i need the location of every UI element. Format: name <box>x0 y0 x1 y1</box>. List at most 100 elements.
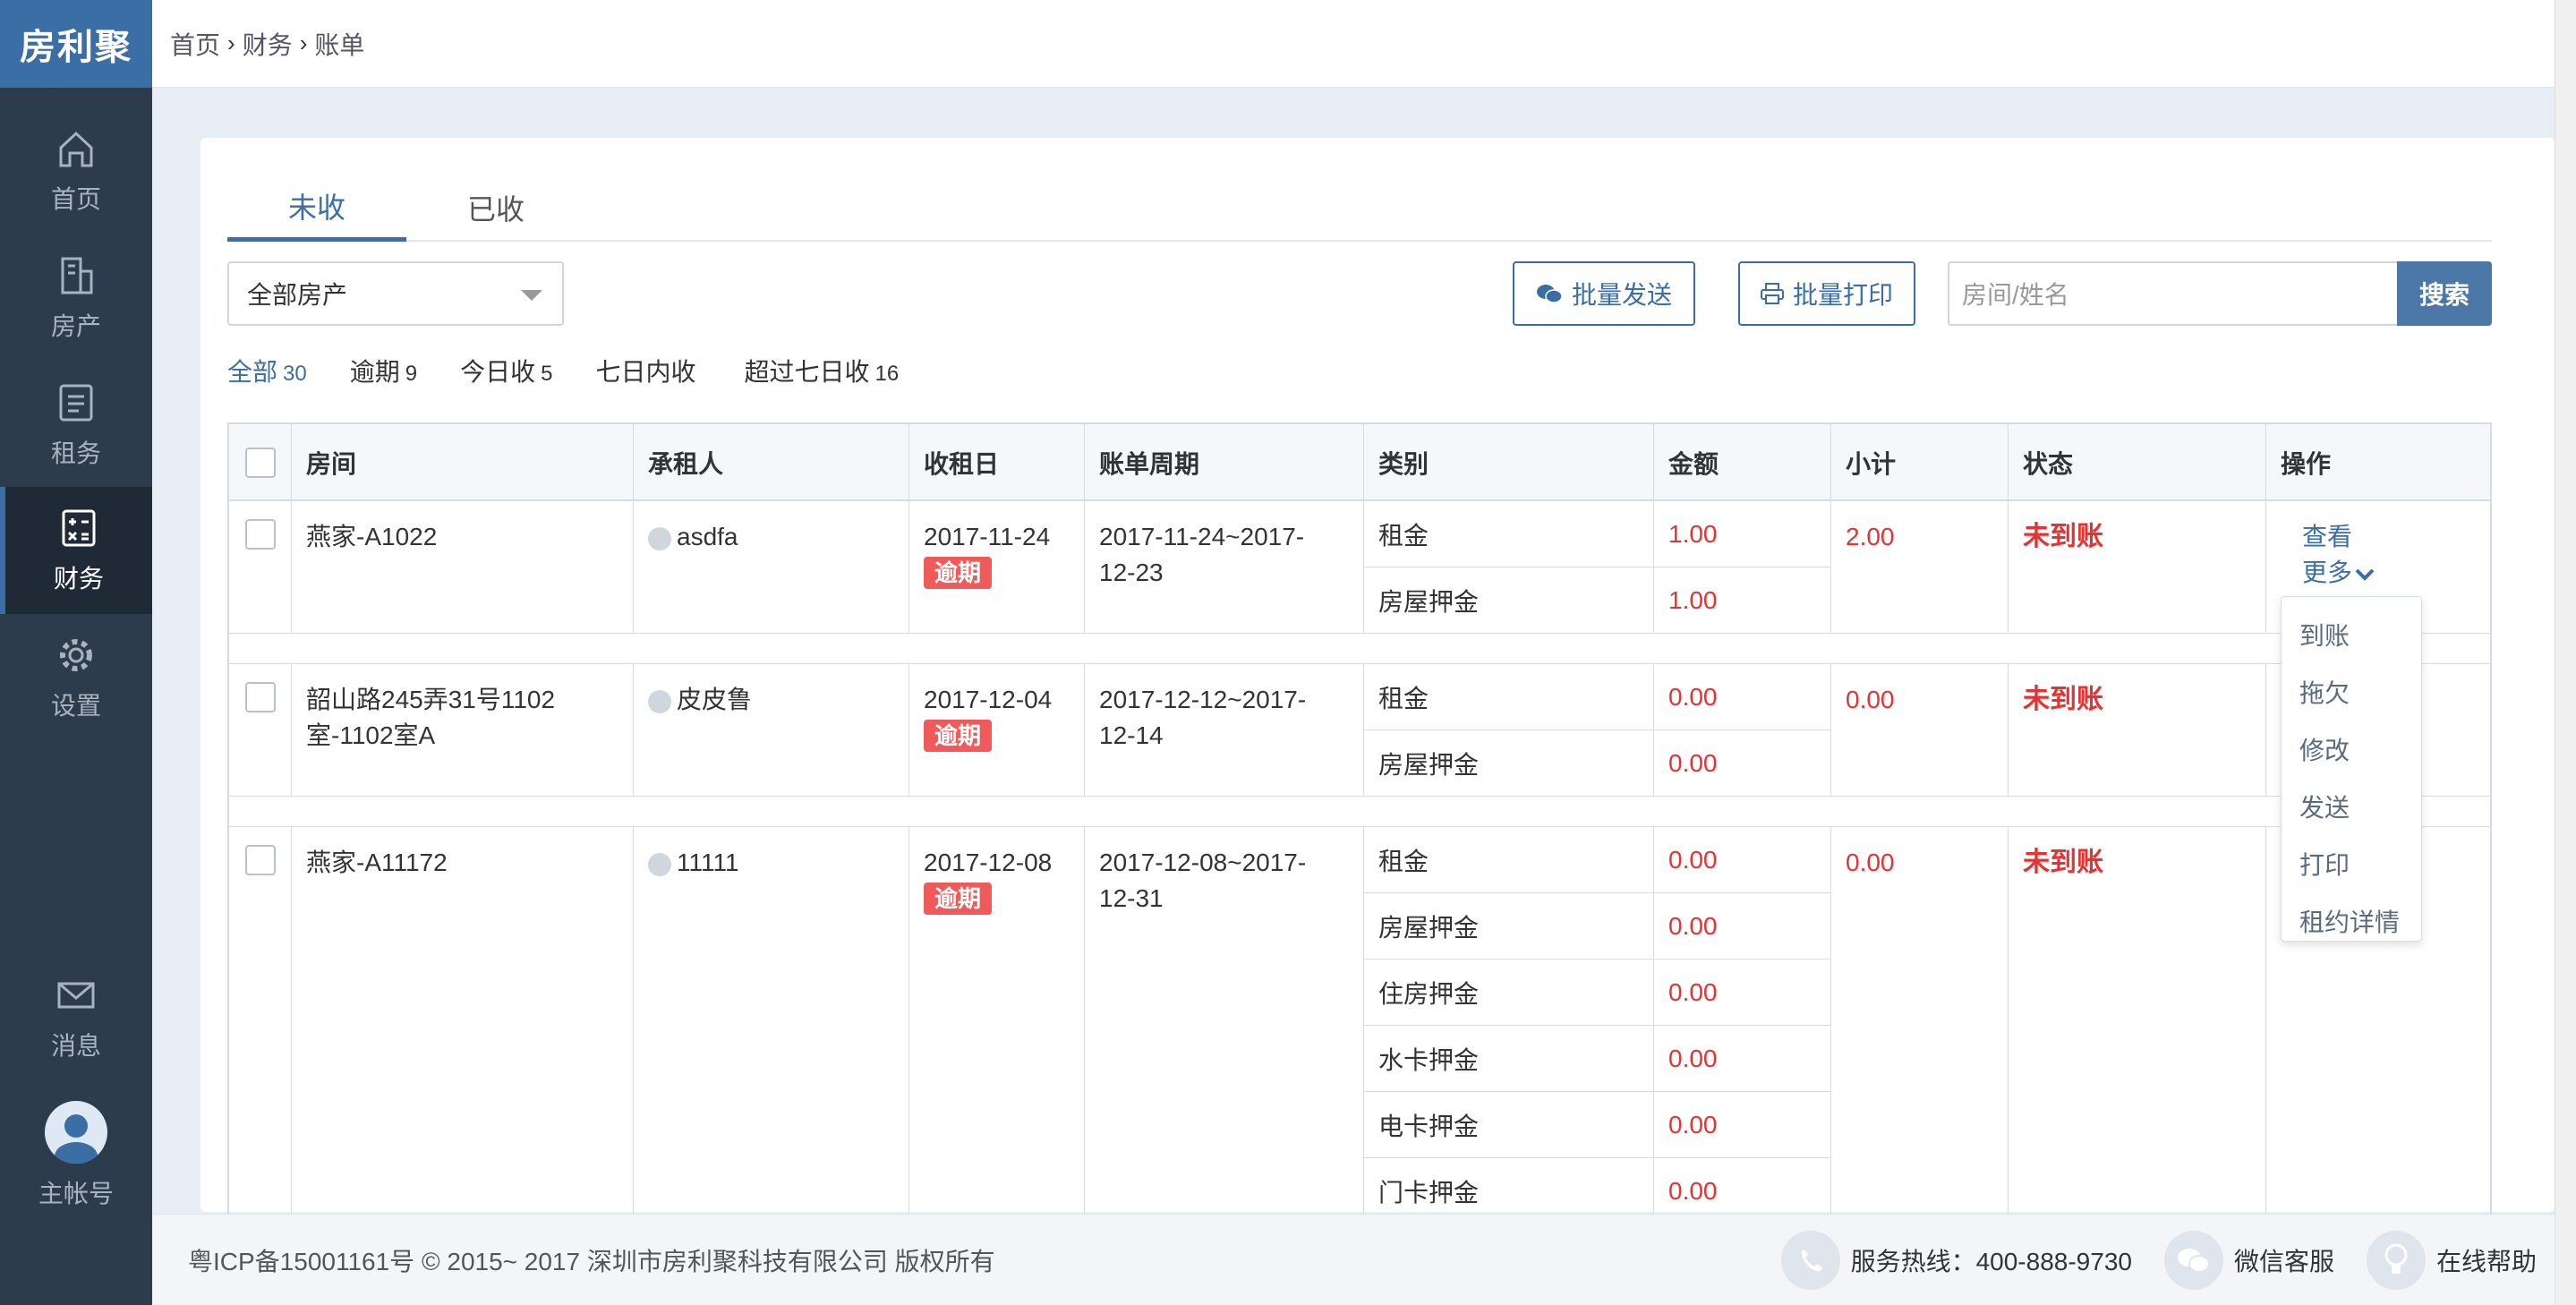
lightbulb-icon <box>2366 1231 2426 1290</box>
tenant-cell: asdfa <box>634 501 909 634</box>
online-help[interactable]: 在线帮助 <box>2366 1231 2537 1290</box>
sidebar-item-settings[interactable]: 设置 <box>0 614 152 741</box>
period-cell: 2017-12-08~2017- 12-31 <box>1085 827 1364 1224</box>
row-divider <box>229 634 2490 664</box>
table-header: 房间 承租人 收租日 账单周期 类别 金额 小计 状态 操作 <box>229 424 2490 501</box>
overdue-badge: 逾期 <box>924 557 993 589</box>
room-cell: 燕家-A11172 <box>292 827 634 1224</box>
filter-over-seven-days[interactable]: 超过七日收 16 <box>744 353 899 388</box>
table-row: 燕家-A1022 asdfa 2017-11-24 逾期 2017-11-24~2… <box>229 501 2490 634</box>
search-button[interactable]: 搜索 <box>2397 261 2492 326</box>
overdue-badge: 逾期 <box>924 720 993 752</box>
menu-item-send[interactable]: 发送 <box>2282 778 2421 835</box>
building-icon <box>61 257 93 294</box>
mail-icon <box>57 982 95 1009</box>
wechat-icon <box>1536 285 1563 303</box>
avatar-icon <box>45 1101 107 1164</box>
room-cell: 燕家-A1022 <box>292 501 634 634</box>
batch-send-button[interactable]: 批量发送 <box>1513 261 1695 326</box>
amount-cell: 0.00 <box>1654 1026 1831 1092</box>
filter-all[interactable]: 全部 30 <box>227 353 307 388</box>
col-room: 房间 <box>292 424 634 501</box>
sidebar-item-home[interactable]: 首页 <box>0 107 152 235</box>
col-type: 类别 <box>1364 424 1654 501</box>
tenant-avatar-icon <box>648 526 671 550</box>
filter-today[interactable]: 今日收 5 <box>460 353 552 388</box>
due-date-cell: 2017-12-08 逾期 <box>909 827 1085 1224</box>
menu-item-lease-detail[interactable]: 租约详情 <box>2282 892 2421 950</box>
row-checkbox[interactable] <box>244 845 276 875</box>
sidebar-item-property[interactable]: 房产 <box>0 235 152 362</box>
gear-icon <box>60 639 92 671</box>
sidebar: 房利聚 首页 房产 租务 财务 设置 消息 主帐号 <box>0 0 152 1305</box>
type-cell: 租金 <box>1364 664 1654 730</box>
breadcrumb-finance[interactable]: 财务 <box>243 26 293 62</box>
sidebar-item-messages[interactable]: 消息 <box>0 954 152 1081</box>
breadcrumb-current: 账单 <box>314 30 365 59</box>
type-cell: 房屋押金 <box>1364 567 1654 634</box>
due-date-cell: 2017-12-04 逾期 <box>909 664 1085 797</box>
col-subtotal: 小计 <box>1831 424 2009 501</box>
chevron-right-icon: › <box>299 30 308 56</box>
sidebar-item-lease[interactable]: 租务 <box>0 362 152 489</box>
menu-item-edit[interactable]: 修改 <box>2282 721 2421 778</box>
period-cell: 2017-12-12~2017- 12-14 <box>1085 664 1364 797</box>
type-cell: 租金 <box>1364 501 1654 567</box>
menu-item-arrears[interactable]: 拖欠 <box>2282 663 2421 721</box>
more-dropdown[interactable]: 更多 <box>2302 555 2478 591</box>
select-all-checkbox[interactable] <box>244 448 276 478</box>
col-tenant: 承租人 <box>634 424 909 501</box>
due-date-cell: 2017-11-24 逾期 <box>909 501 1085 634</box>
view-link[interactable]: 查看 <box>2302 519 2478 555</box>
sidebar-item-account[interactable]: 主帐号 <box>0 1092 152 1219</box>
chevron-down-icon <box>2355 568 2375 581</box>
tab-paid[interactable]: 已收 <box>406 174 585 242</box>
menu-item-received[interactable]: 到账 <box>2282 606 2421 663</box>
tab-unpaid[interactable]: 未收 <box>227 174 406 242</box>
footer-contacts: 服务热线：400-888-9730 微信客服 在线帮助 <box>1780 1215 2537 1305</box>
amount-cell: 1.00 <box>1654 567 1831 634</box>
amount-cell: 0.00 <box>1654 730 1831 797</box>
row-select-cell <box>229 501 292 634</box>
breadcrumb-home[interactable]: 首页 <box>170 26 220 62</box>
wechat-service[interactable]: 微信客服 <box>2163 1231 2334 1290</box>
batch-print-button[interactable]: 批量打印 <box>1738 261 1915 326</box>
sidebar-item-finance[interactable]: 财务 <box>0 487 152 614</box>
row-divider <box>229 797 2490 827</box>
property-select[interactable]: 全部房产 <box>227 261 564 326</box>
amount-cell: 0.00 <box>1654 960 1831 1026</box>
select-all-cell <box>229 424 292 501</box>
tenant-avatar-icon <box>648 689 671 713</box>
filter-overdue[interactable]: 逾期 9 <box>350 353 417 388</box>
tenant-cell: 11111 <box>634 827 909 1224</box>
type-cell: 房屋押金 <box>1364 730 1654 797</box>
col-due-date: 收租日 <box>909 424 1085 501</box>
tenant-avatar-icon <box>648 852 671 876</box>
period-cell: 2017-11-24~2017- 12-23 <box>1085 501 1364 634</box>
sidebar-item-label: 设置 <box>50 692 101 720</box>
row-checkbox[interactable] <box>244 682 276 712</box>
batch-print-label: 批量打印 <box>1792 281 1893 309</box>
amount-cell: 0.00 <box>1654 1092 1831 1158</box>
menu-item-print[interactable]: 打印 <box>2282 835 2421 892</box>
property-select-value: 全部房产 <box>247 281 348 309</box>
caret-down-icon <box>521 290 542 301</box>
bill-table: 房间 承租人 收租日 账单周期 类别 金额 小计 状态 操作 燕家-A1022 … <box>227 422 2492 1226</box>
printer-icon <box>1760 283 1784 304</box>
tenant-cell: 皮皮鲁 <box>634 664 909 797</box>
amount-cell: 1.00 <box>1654 501 1831 567</box>
sidebar-item-label: 消息 <box>50 1032 101 1060</box>
wechat-icon <box>2163 1231 2223 1290</box>
batch-send-label: 批量发送 <box>1571 281 1672 309</box>
copyright-text: 粤ICP备15001161号 © 2015~ 2017 深圳市房利聚科技有限公司… <box>188 1247 995 1275</box>
col-period: 账单周期 <box>1085 424 1364 501</box>
filter-seven-days[interactable]: 七日内收 <box>595 353 701 388</box>
footer: 粤ICP备15001161号 © 2015~ 2017 深圳市房利聚科技有限公司… <box>152 1214 2555 1305</box>
col-amount: 金额 <box>1654 424 1831 501</box>
app-logo[interactable]: 房利聚 <box>0 0 152 88</box>
table-row: 燕家-A11172 11111 2017-12-08 逾期 2017-12-08~… <box>229 827 2490 1224</box>
row-checkbox[interactable] <box>244 519 276 550</box>
hotline[interactable]: 服务热线：400-888-9730 <box>1780 1231 2132 1290</box>
search-input[interactable]: 房间/姓名 <box>1948 261 2401 326</box>
scrollbar[interactable] <box>2555 0 2576 1305</box>
